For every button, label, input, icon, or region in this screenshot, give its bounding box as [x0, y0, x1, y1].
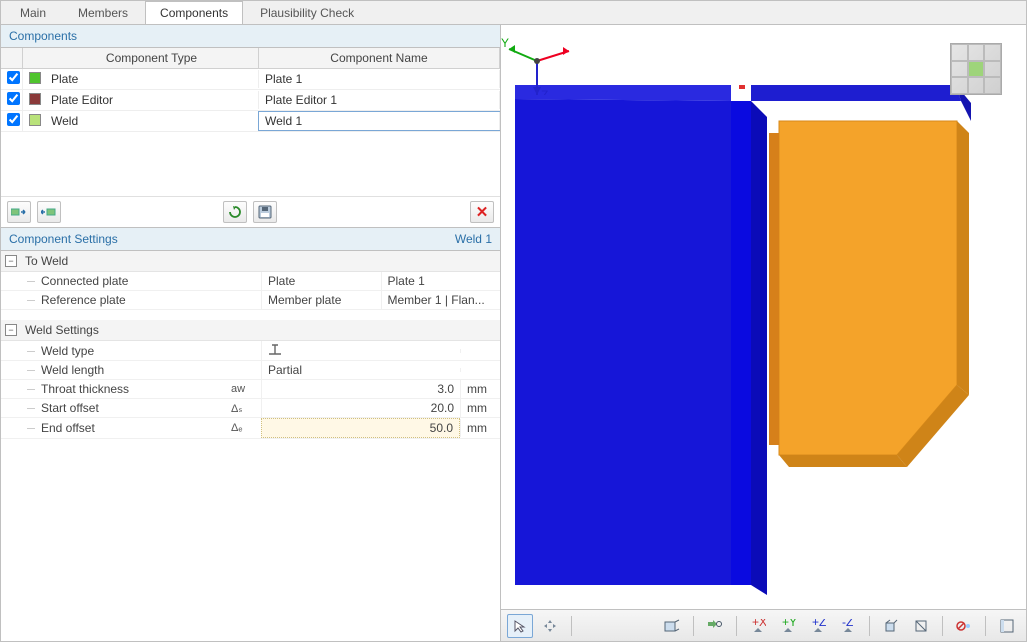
end-offset-input[interactable]: 50.0 [261, 418, 460, 438]
prop-group-to-weld[interactable]: − To Weld [1, 251, 500, 272]
navigation-cube[interactable] [950, 43, 1002, 95]
view-plus-z-button[interactable]: +Z [805, 614, 831, 638]
svg-text:+Y: +Y [782, 619, 796, 629]
maximize-viewport-button[interactable] [994, 614, 1020, 638]
view-plus-x-button[interactable]: +X [745, 614, 771, 638]
table-row[interactable]: Weld Weld 1 [1, 111, 500, 132]
components-table-head: Component Type Component Name [1, 48, 500, 69]
tab-plausibility-check[interactable]: Plausibility Check [245, 1, 369, 24]
prop-row[interactable]: Start offset Δₛ 20.0 mm [1, 399, 500, 418]
reset-view-button[interactable] [951, 614, 977, 638]
perspective-button[interactable] [878, 614, 904, 638]
prop-row[interactable]: Weld length Partial [1, 361, 500, 380]
view-section-button[interactable] [659, 614, 685, 638]
tool-pan[interactable] [537, 614, 563, 638]
viewport-toolbar: +X +Y +Z -Z [501, 609, 1026, 641]
components-title: Components [9, 29, 77, 43]
tool-pointer[interactable] [507, 614, 533, 638]
model-scene [501, 25, 1021, 605]
weld-type-icon [268, 343, 282, 355]
prop-row[interactable]: Reference plate Member plate Member 1 | … [1, 291, 500, 310]
row-check[interactable] [7, 113, 20, 126]
table-row[interactable]: Plate Editor Plate Editor 1 [1, 90, 500, 111]
col-component-type[interactable]: Component Type [45, 48, 259, 68]
delete-button[interactable]: ✕ [470, 201, 494, 223]
table-row[interactable]: Plate Plate 1 [1, 69, 500, 90]
svg-text:-Z: -Z [842, 619, 853, 629]
svg-text:Y: Y [501, 36, 509, 50]
property-grid: − To Weld Connected plate Plate Plate 1 … [1, 251, 500, 641]
nav-cube-front[interactable] [968, 61, 985, 78]
remove-component-button[interactable] [37, 201, 61, 223]
tab-main[interactable]: Main [5, 1, 61, 24]
color-swatch [29, 72, 41, 84]
add-component-button[interactable] [7, 201, 31, 223]
prop-row[interactable]: End offset Δₑ 50.0 mm [1, 418, 500, 439]
settings-title: Component Settings [9, 232, 118, 246]
row-name: Plate 1 [259, 70, 500, 88]
row-check[interactable] [7, 71, 20, 84]
color-swatch [29, 114, 41, 126]
view-minus-z-button[interactable]: -Z [835, 614, 861, 638]
row-type: Weld [45, 112, 259, 130]
tab-members[interactable]: Members [63, 1, 143, 24]
components-header: Components [1, 25, 500, 48]
toggle-visibility-button[interactable] [702, 614, 728, 638]
svg-text:+X: +X [752, 619, 766, 629]
components-table: Component Type Component Name Plate Plat… [1, 48, 500, 196]
svg-text:Z: Z [541, 88, 548, 95]
svg-text:+Z: +Z [812, 619, 826, 629]
view-plus-y-button[interactable]: +Y [775, 614, 801, 638]
collapse-icon[interactable]: − [5, 324, 17, 336]
components-toolbar: ✕ [1, 196, 500, 227]
collapse-icon[interactable]: − [5, 255, 17, 267]
prop-row[interactable]: Weld type [1, 341, 500, 361]
tab-components[interactable]: Components [145, 1, 243, 24]
axis-gizmo[interactable]: X Y Z [501, 25, 571, 95]
display-mode-button[interactable] [908, 614, 934, 638]
col-component-name[interactable]: Component Name [259, 48, 500, 68]
prop-group-weld-settings[interactable]: − Weld Settings [1, 320, 500, 341]
model-viewport[interactable]: X Y Z [501, 25, 1026, 609]
row-name: Weld 1 [259, 112, 500, 130]
row-type: Plate Editor [45, 91, 259, 109]
settings-header: Component Settings Weld 1 [1, 228, 500, 251]
right-pane: X Y Z +X +Y +Z [501, 25, 1026, 641]
prop-row[interactable]: Connected plate Plate Plate 1 [1, 272, 500, 291]
refresh-button[interactable] [223, 201, 247, 223]
row-check[interactable] [7, 92, 20, 105]
row-type: Plate [45, 70, 259, 88]
color-swatch [29, 93, 41, 105]
main-tabbar: Main Members Components Plausibility Che… [1, 1, 1026, 25]
left-pane: Components Component Type Component Name… [1, 25, 501, 641]
prop-row[interactable]: Throat thickness aᴡ 3.0 mm [1, 380, 500, 399]
row-name: Plate Editor 1 [259, 91, 500, 109]
settings-subject: Weld 1 [455, 232, 492, 246]
save-button[interactable] [253, 201, 277, 223]
